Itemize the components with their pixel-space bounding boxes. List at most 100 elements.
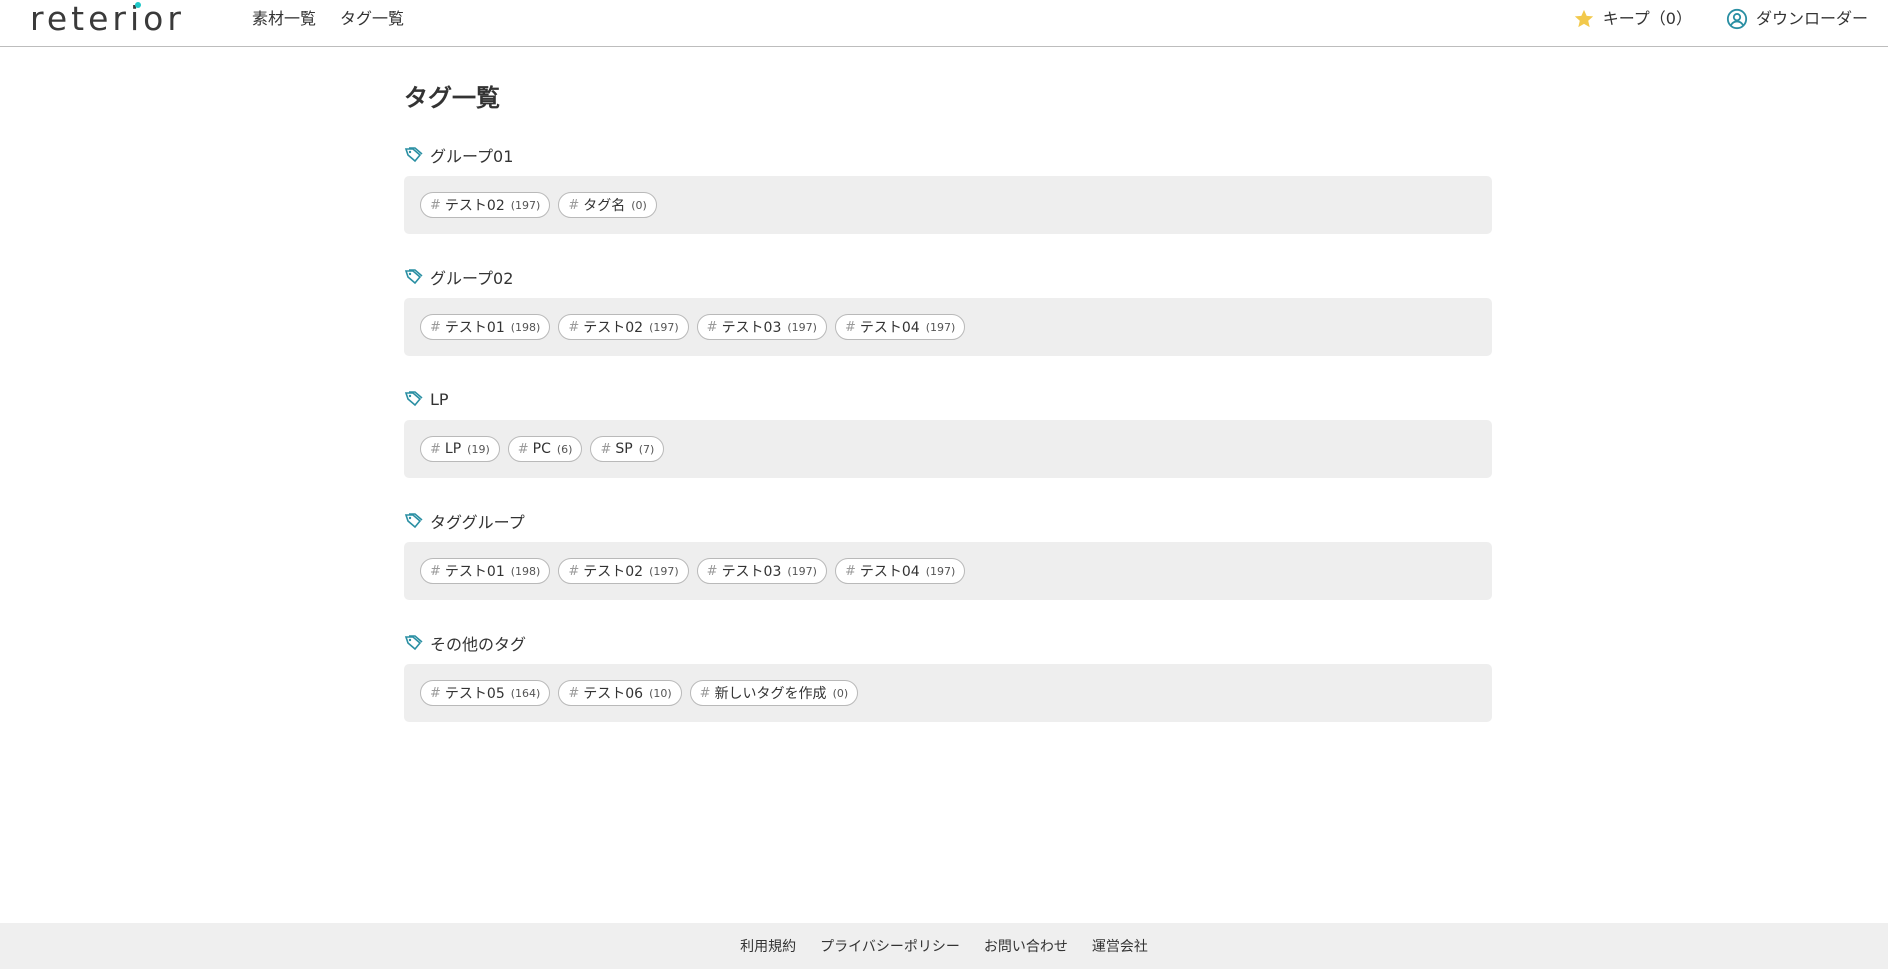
tag-chip[interactable]: # テスト03 (197) [696,558,827,584]
tag-chip[interactable]: # テスト04 (197) [834,314,966,340]
tag-count: (197) [649,320,679,334]
tag-count: (19) [467,442,490,456]
keep-button[interactable]: キープ（0） [1573,8,1692,30]
footer-terms-link[interactable]: 利用規約 [740,936,796,956]
site-footer: 利用規約 プライバシーポリシー お問い合わせ 運営会社 [0,923,1888,969]
tag-icon [404,269,423,285]
site-header: reterior 素材一覧 タグ一覧 キープ（0） ダウンローダー [0,0,1888,47]
tag-name: PC [532,441,551,457]
tag-count: (0) [832,686,849,700]
hash-icon: # [706,319,718,335]
tag-name: テスト06 [583,686,644,702]
tag-name: テスト02 [583,564,644,580]
tag-count: (7) [638,442,655,456]
tag-icon [404,635,423,651]
group-name: グループ01 [430,147,514,166]
main-nav: 素材一覧 タグ一覧 [252,9,404,29]
logo[interactable]: reterior [30,0,185,38]
hash-icon: # [568,319,580,335]
hash-icon: # [568,563,580,579]
tag-name: LP [444,441,462,457]
header-actions: キープ（0） ダウンローダー [1573,8,1868,30]
tag-list: # テスト02 (197) # タグ名 (0) [404,176,1492,234]
page-title: タグ一覧 [404,84,500,112]
tag-count: (197) [925,564,956,578]
tag-count: (197) [787,320,817,334]
keep-label: キープ（0） [1602,9,1692,28]
tag-group: グループ02 # テスト01 (198) # テスト02 (197) # テスト03 (19… [404,266,1492,356]
hash-icon: # [517,441,529,457]
logo-dot [135,2,141,8]
hash-icon: # [430,563,441,579]
tag-list: # LP (19) # PC (6) # SP (7) [404,420,1492,478]
tag-chip[interactable]: # タグ名 (0) [558,192,657,218]
hash-icon: # [568,197,580,213]
tag-chip[interactable]: # SP (7) [590,436,665,462]
tag-list: # テスト01 (198) # テスト02 (197) # テスト03 (197) # テスト… [404,542,1492,600]
footer-contact-link[interactable]: お問い合わせ [984,936,1068,956]
hash-icon: # [844,563,856,579]
hash-icon: # [844,319,856,335]
group-header: グループ02 [404,266,1492,288]
tag-chip[interactable]: # PC (6) [507,436,583,462]
tag-name: テスト03 [721,564,782,580]
tag-chip[interactable]: # テスト05 (164) [420,680,551,706]
group-header: タググループ [404,510,1492,532]
tag-chip[interactable]: # テスト06 (10) [558,680,682,706]
tag-chip[interactable]: # テスト02 (197) [558,558,689,584]
tag-chip[interactable]: # 新しいタグを作成 (0) [689,680,859,706]
tag-chip[interactable]: # テスト03 (197) [696,314,827,340]
tag-group: グループ01 # テスト02 (197) # タグ名 (0) [404,144,1492,234]
tag-chip[interactable]: # テスト04 (197) [834,558,966,584]
tag-chip[interactable]: # テスト02 (197) [420,192,551,218]
tag-count: (197) [925,320,956,334]
tag-name: テスト02 [583,320,644,336]
footer-company-link[interactable]: 運営会社 [1092,936,1148,956]
hash-icon: # [430,197,441,213]
tag-count: (197) [787,564,817,578]
tag-count: (197) [649,564,679,578]
tag-count: (0) [631,198,647,212]
tag-count: (164) [510,686,541,700]
tag-chip[interactable]: # テスト02 (197) [558,314,689,340]
tag-count: (198) [510,320,541,334]
nav-materials[interactable]: 素材一覧 [252,9,316,29]
group-name: LP [430,389,449,409]
hash-icon: # [430,441,441,457]
hash-icon: # [430,319,441,335]
tag-name: タグ名 [583,198,626,214]
hash-icon: # [699,685,711,701]
tag-icon [404,391,423,407]
tag-count: (6) [556,442,573,456]
tag-chip[interactable]: # テスト01 (198) [420,314,551,340]
group-header: その他のタグ [404,632,1492,654]
tag-name: 新しいタグを作成 [714,686,827,702]
tag-name: テスト05 [444,686,505,702]
tag-name: テスト01 [444,564,505,580]
tag-count: (198) [510,564,541,578]
tag-count: (197) [510,198,541,212]
group-name: その他のタグ [430,635,527,654]
footer-privacy-link[interactable]: プライバシーポリシー [820,936,960,956]
star-icon [1574,9,1593,28]
tag-icon [404,513,423,529]
hash-icon: # [706,563,718,579]
group-name: タググループ [430,513,525,532]
hash-icon: # [568,685,580,701]
tag-icon [404,147,423,163]
tag-name: テスト03 [721,320,782,336]
hash-icon: # [600,441,612,457]
group-header: グループ01 [404,144,1492,166]
tag-chip[interactable]: # テスト01 (198) [420,558,551,584]
tag-count: (10) [649,686,672,700]
tag-list: # テスト05 (164) # テスト06 (10) # 新しいタグを作成 (0) [404,664,1492,722]
downloader-button[interactable]: ダウンローダー [1726,8,1868,30]
tag-name: テスト01 [444,320,505,336]
tag-name: テスト04 [859,320,920,336]
group-name: グループ02 [430,269,514,288]
hash-icon: # [430,685,441,701]
tag-group: LP # LP (19) # PC (6) # SP (7) [404,388,1492,478]
tag-group: タググループ # テスト01 (198) # テスト02 (197) # テスト03 (19… [404,510,1492,600]
tag-chip[interactable]: # LP (19) [420,436,500,462]
nav-tags[interactable]: タグ一覧 [340,9,404,29]
